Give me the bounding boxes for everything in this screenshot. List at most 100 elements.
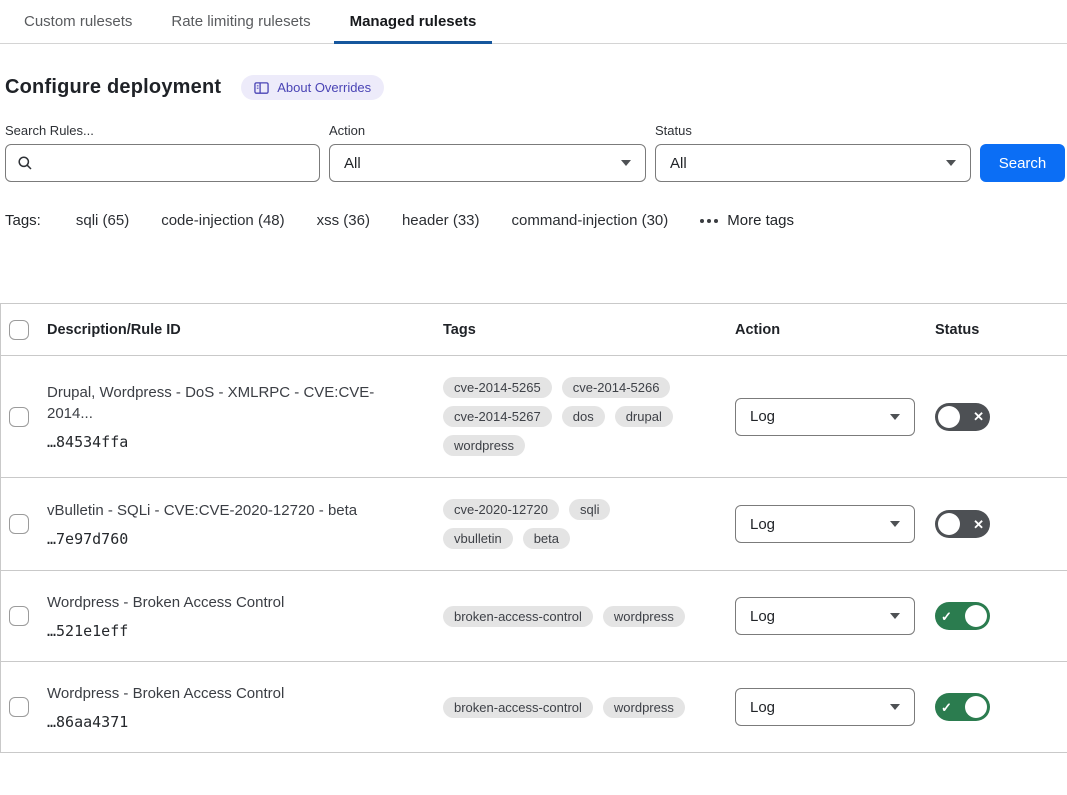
- tag-pill[interactable]: cve-2020-12720: [443, 499, 559, 520]
- rule-action-value: Log: [750, 408, 775, 425]
- tag-pill[interactable]: vbulletin: [443, 528, 513, 549]
- tag-pill[interactable]: wordpress: [603, 697, 685, 718]
- tags-bar: Tags: sqli (65) code-injection (48) xss …: [5, 212, 1067, 229]
- rule-action-value: Log: [750, 608, 775, 625]
- table-row: Wordpress - Broken Access Control …521e1…: [1, 571, 1067, 662]
- ellipsis-icon: [700, 219, 718, 223]
- tag-filter-xss[interactable]: xss (36): [317, 212, 370, 229]
- table-row: vBulletin - SQLi - CVE:CVE-2020-12720 - …: [1, 478, 1067, 571]
- table-row: Wordpress - Broken Access Control …86aa4…: [1, 662, 1067, 753]
- tab-managed-rulesets[interactable]: Managed rulesets: [334, 0, 493, 43]
- row-checkbox[interactable]: [9, 697, 29, 717]
- toggle-knob: [965, 605, 987, 627]
- action-field-label: Action: [329, 123, 646, 138]
- tag-pill[interactable]: dos: [562, 406, 605, 427]
- tag-pill[interactable]: cve-2014-5267: [443, 406, 552, 427]
- search-field-group: Search Rules...: [5, 123, 320, 182]
- rule-action-select[interactable]: Log: [735, 398, 915, 436]
- tab-label: Rate limiting rulesets: [171, 13, 310, 30]
- rule-tags-cell: broken-access-control wordpress: [443, 697, 685, 718]
- about-overrides-link[interactable]: About Overrides: [241, 75, 384, 100]
- rule-action-value: Log: [750, 699, 775, 716]
- rule-id: …521e1eff: [47, 622, 419, 640]
- toggle-knob: [965, 696, 987, 718]
- toggle-knob: [938, 513, 960, 535]
- rule-status-toggle[interactable]: ✓ ✕: [935, 602, 990, 630]
- status-filter-select[interactable]: All: [655, 144, 971, 182]
- search-input-box[interactable]: [5, 144, 320, 182]
- select-all-checkbox[interactable]: [9, 320, 29, 340]
- search-icon: [17, 155, 33, 171]
- more-tags-label: More tags: [727, 212, 794, 229]
- status-field-group: Status All: [655, 123, 971, 182]
- toggle-knob: [938, 406, 960, 428]
- action-filter-value: All: [344, 155, 361, 172]
- table-header-row: Description/Rule ID Tags Action Status: [1, 304, 1067, 356]
- x-icon: ✕: [973, 518, 984, 531]
- x-icon: ✕: [973, 410, 984, 423]
- tag-pill[interactable]: sqli: [569, 499, 611, 520]
- tag-pill[interactable]: cve-2014-5266: [562, 377, 671, 398]
- tag-filter-command-injection[interactable]: command-injection (30): [512, 212, 669, 229]
- rule-description-cell: Wordpress - Broken Access Control …86aa4…: [47, 683, 443, 731]
- tag-filter-code-injection[interactable]: code-injection (48): [161, 212, 284, 229]
- rule-status-toggle[interactable]: ✓ ✕: [935, 510, 990, 538]
- more-tags-button[interactable]: More tags: [700, 212, 794, 229]
- rule-description: Drupal, Wordpress - DoS - XMLRPC - CVE:C…: [47, 382, 419, 424]
- rule-tags-cell: cve-2020-12720 sqli vbulletin beta: [443, 499, 685, 549]
- rule-action-select[interactable]: Log: [735, 505, 915, 543]
- rule-status-toggle[interactable]: ✓ ✕: [935, 693, 990, 721]
- rule-status-toggle[interactable]: ✓ ✕: [935, 403, 990, 431]
- tag-pill[interactable]: broken-access-control: [443, 606, 593, 627]
- rule-description: Wordpress - Broken Access Control: [47, 592, 419, 613]
- tab-rate-limiting-rulesets[interactable]: Rate limiting rulesets: [155, 0, 326, 43]
- tag-pill[interactable]: cve-2014-5265: [443, 377, 552, 398]
- tags-bar-label: Tags:: [5, 212, 41, 229]
- chevron-down-icon: [890, 521, 900, 527]
- heading-row: Configure deployment About Overrides: [5, 75, 1067, 100]
- rule-action-select[interactable]: Log: [735, 688, 915, 726]
- tag-pill[interactable]: wordpress: [603, 606, 685, 627]
- chevron-down-icon: [890, 414, 900, 420]
- tag-filter-header[interactable]: header (33): [402, 212, 480, 229]
- tag-pill[interactable]: wordpress: [443, 435, 525, 456]
- rule-id: …7e97d760: [47, 530, 419, 548]
- row-checkbox[interactable]: [9, 606, 29, 626]
- rules-table: Description/Rule ID Tags Action Status D…: [0, 303, 1067, 753]
- status-field-label: Status: [655, 123, 971, 138]
- tag-pill[interactable]: broken-access-control: [443, 697, 593, 718]
- rule-id: …86aa4371: [47, 713, 419, 731]
- rule-description-cell: vBulletin - SQLi - CVE:CVE-2020-12720 - …: [47, 500, 443, 548]
- tag-filter-sqli[interactable]: sqli (65): [76, 212, 129, 229]
- tag-pill[interactable]: drupal: [615, 406, 673, 427]
- column-header-action: Action: [735, 322, 935, 338]
- search-button[interactable]: Search: [980, 144, 1065, 182]
- row-checkbox[interactable]: [9, 514, 29, 534]
- filters-row: Search Rules... Action All Status All Se…: [5, 123, 1067, 182]
- status-filter-value: All: [670, 155, 687, 172]
- chevron-down-icon: [890, 613, 900, 619]
- column-header-description: Description/Rule ID: [47, 322, 443, 338]
- rule-description-cell: Drupal, Wordpress - DoS - XMLRPC - CVE:C…: [47, 382, 443, 451]
- tab-label: Managed rulesets: [350, 13, 477, 30]
- chevron-down-icon: [621, 160, 631, 166]
- action-field-group: Action All: [329, 123, 646, 182]
- about-overrides-label: About Overrides: [277, 80, 371, 95]
- chevron-down-icon: [890, 704, 900, 710]
- rule-description-cell: Wordpress - Broken Access Control …521e1…: [47, 592, 443, 640]
- page-title: Configure deployment: [5, 76, 221, 99]
- rule-description: vBulletin - SQLi - CVE:CVE-2020-12720 - …: [47, 500, 419, 521]
- action-filter-select[interactable]: All: [329, 144, 646, 182]
- rule-action-value: Log: [750, 516, 775, 533]
- row-checkbox[interactable]: [9, 407, 29, 427]
- rule-tags-cell: broken-access-control wordpress: [443, 606, 685, 627]
- rule-action-select[interactable]: Log: [735, 597, 915, 635]
- ruleset-tabbar: Custom rulesets Rate limiting rulesets M…: [0, 0, 1067, 44]
- search-input[interactable]: [42, 154, 308, 172]
- table-row: Drupal, Wordpress - DoS - XMLRPC - CVE:C…: [1, 356, 1067, 478]
- tab-custom-rulesets[interactable]: Custom rulesets: [8, 0, 148, 43]
- column-header-status: Status: [935, 322, 1067, 338]
- rule-tags-cell: cve-2014-5265 cve-2014-5266 cve-2014-526…: [443, 377, 685, 456]
- rule-id: …84534ffa: [47, 433, 419, 451]
- tag-pill[interactable]: beta: [523, 528, 570, 549]
